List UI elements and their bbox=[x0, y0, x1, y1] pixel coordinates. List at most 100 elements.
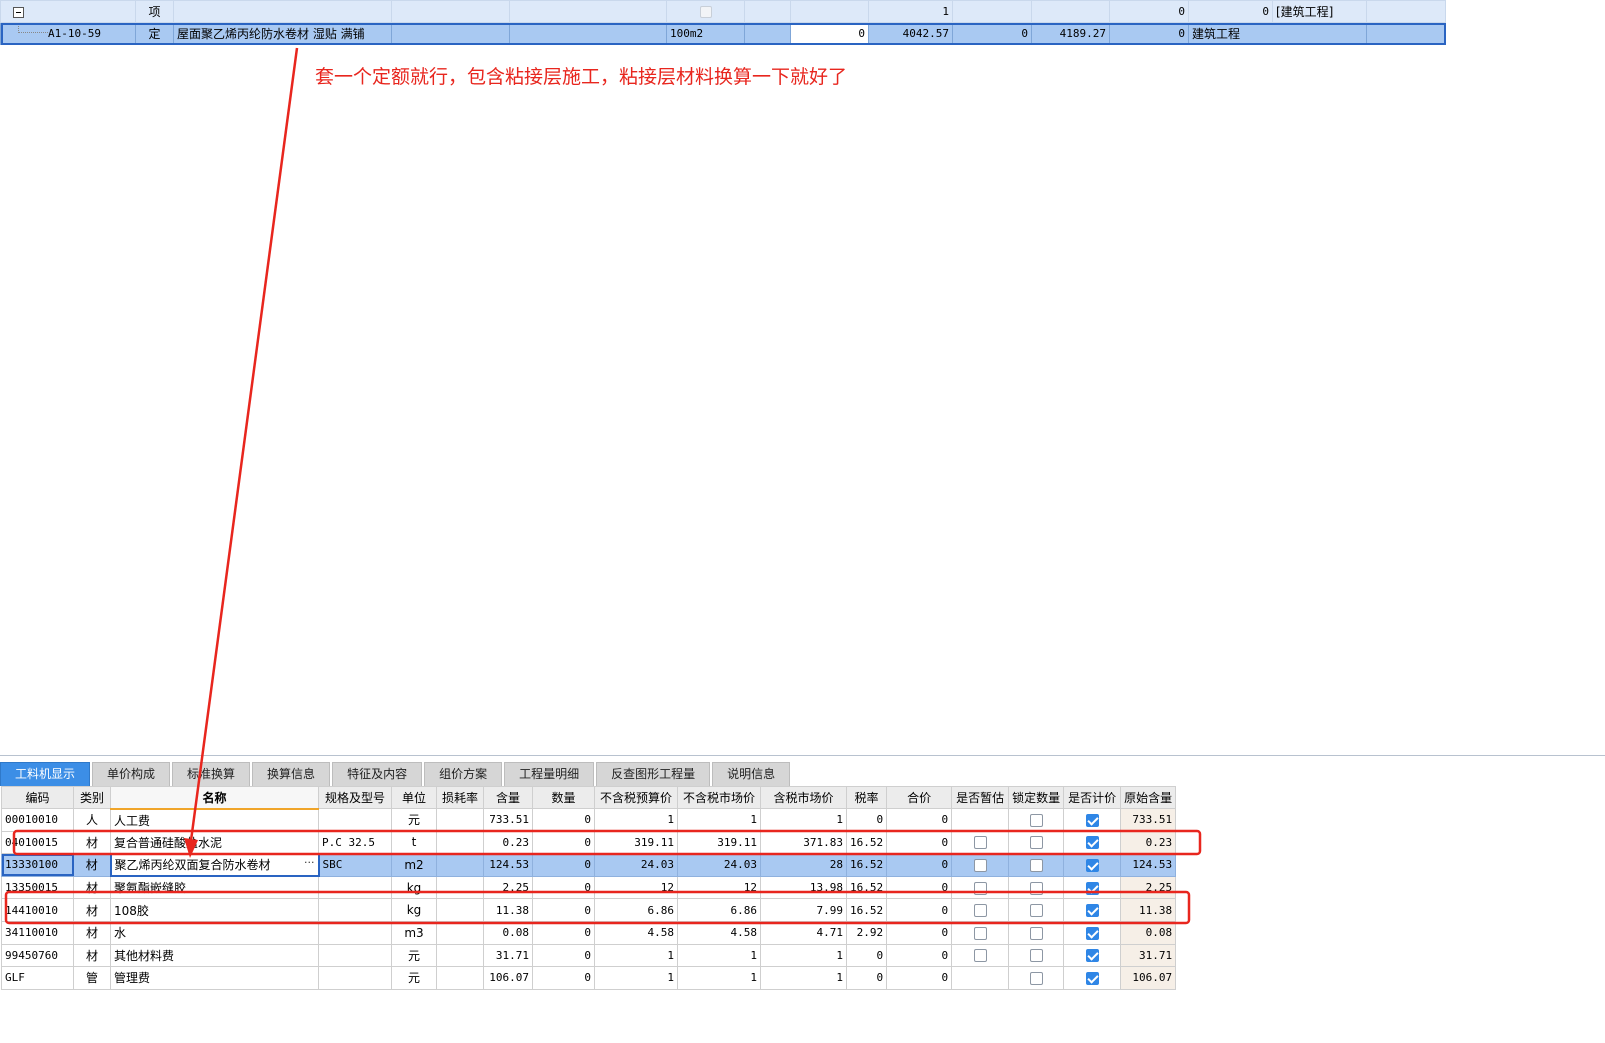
priced-checkbox[interactable] bbox=[1085, 926, 1099, 940]
detail-tabbar: 工料机显示 单价构成 标准换算 换算信息 特征及内容 组价方案 工程量明细 反查… bbox=[0, 762, 792, 786]
row-lock-qty-checkbox-cell bbox=[1008, 943, 1065, 968]
quota-quantity-input[interactable]: 0 bbox=[790, 22, 869, 45]
row-quantity[interactable]: 0 bbox=[532, 875, 595, 900]
row-quantity[interactable]: 0 bbox=[532, 830, 595, 855]
col-tax-rate[interactable]: 税率 bbox=[845, 786, 888, 809]
tab-features[interactable]: 特征及内容 bbox=[332, 762, 423, 786]
lock-qty-checkbox[interactable] bbox=[1029, 881, 1043, 895]
table-row[interactable]: 00010010 人人工费元 733.51 0 1 1 1 0 0 733.51 bbox=[1, 808, 1177, 832]
collapse-minus-icon[interactable] bbox=[13, 6, 24, 18]
tab-quantity-detail[interactable]: 工程量明细 bbox=[504, 762, 595, 786]
col-total[interactable]: 合价 bbox=[886, 786, 953, 809]
col-original-content[interactable]: 原始含量 bbox=[1120, 786, 1177, 809]
more-options-icon[interactable]: ··· bbox=[304, 856, 315, 869]
tab-reverse-lookup[interactable]: 反查图形工程量 bbox=[596, 762, 711, 786]
quota-row-section[interactable]: 项 1 0 0 [建筑工程] bbox=[0, 0, 1446, 23]
row-name[interactable]: 108胶 bbox=[110, 898, 319, 922]
lock-qty-checkbox[interactable] bbox=[1029, 949, 1043, 963]
row-quantity[interactable]: 0 bbox=[532, 808, 595, 832]
row-quantity[interactable]: 0 bbox=[532, 853, 595, 877]
col-tax-market-price[interactable]: 含税市场价 bbox=[760, 786, 847, 809]
quota-name bbox=[173, 0, 392, 23]
tab-conversion-info[interactable]: 换算信息 bbox=[252, 762, 331, 786]
col-priced[interactable]: 是否计价 bbox=[1063, 786, 1122, 809]
provisional-checkbox[interactable] bbox=[973, 858, 987, 872]
row-name[interactable]: 水 bbox=[110, 920, 319, 945]
row-quantity[interactable]: 0 bbox=[532, 966, 595, 990]
tab-standard-conversion[interactable]: 标准换算 bbox=[172, 762, 251, 786]
lock-qty-checkbox[interactable] bbox=[1029, 858, 1043, 872]
provisional-checkbox[interactable] bbox=[973, 949, 987, 963]
col-loss-rate[interactable]: 损耗率 bbox=[436, 786, 484, 809]
col-code[interactable]: 编码 bbox=[1, 786, 74, 809]
row-name[interactable]: 其他材料费 bbox=[110, 943, 319, 968]
lock-qty-checkbox[interactable] bbox=[1029, 926, 1043, 940]
col-category[interactable]: 类别 bbox=[73, 786, 111, 809]
col-quantity[interactable]: 数量 bbox=[532, 786, 595, 809]
row-lock-qty-checkbox-cell bbox=[1008, 853, 1065, 877]
table-row[interactable]: 13330100 材聚乙烯丙纶双面复合防水卷材 ··· SBC m2 124.53 0 24.… bbox=[1, 852, 1177, 878]
row-lock-qty-checkbox-cell bbox=[1008, 920, 1065, 945]
row-content[interactable]: 11.38 bbox=[483, 898, 533, 922]
quota-row-selected[interactable]: A1-10-59 定 屋面聚乙烯丙纶防水卷材 湿贴 满铺 100m2 0 404… bbox=[0, 22, 1446, 45]
row-content[interactable]: 124.53 bbox=[483, 853, 533, 877]
row-name[interactable]: 人工费 bbox=[110, 808, 319, 832]
row-content[interactable]: 0.08 bbox=[483, 920, 533, 945]
row-budget-price: 6.86 bbox=[594, 898, 678, 922]
row-code: 04010015 bbox=[1, 830, 74, 855]
table-row[interactable]: 04010015 材复合普通硅酸盐水泥 P.C 32.5 t 0.23 0 319.11 31… bbox=[1, 830, 1177, 855]
row-quantity[interactable]: 0 bbox=[532, 920, 595, 945]
lock-qty-checkbox[interactable] bbox=[1029, 813, 1043, 827]
provisional-checkbox[interactable] bbox=[973, 926, 987, 940]
table-row[interactable]: 99450760 材其他材料费元 31.71 0 1 1 1 0 0 31.71 bbox=[1, 943, 1177, 968]
col-spec[interactable]: 规格及型号 bbox=[318, 786, 392, 809]
row-content[interactable]: 733.51 bbox=[483, 808, 533, 832]
priced-checkbox[interactable] bbox=[1085, 904, 1099, 918]
row-quantity[interactable]: 0 bbox=[532, 898, 595, 922]
lock-qty-checkbox[interactable] bbox=[1029, 971, 1043, 985]
row-content[interactable]: 2.25 bbox=[483, 875, 533, 900]
priced-checkbox[interactable] bbox=[1085, 836, 1099, 850]
col-provisional[interactable]: 是否暂估 bbox=[951, 786, 1010, 809]
quota-flag-cell[interactable] bbox=[666, 0, 745, 23]
col-budget-price[interactable]: 不含税预算价 bbox=[594, 786, 678, 809]
row-name[interactable]: 复合普通硅酸盐水泥 bbox=[110, 830, 319, 855]
quota-code-cell[interactable]: A1-10-59 bbox=[0, 22, 136, 45]
tab-description[interactable]: 说明信息 bbox=[712, 762, 791, 786]
row-name[interactable]: 聚乙烯丙纶双面复合防水卷材 ··· bbox=[109, 852, 320, 878]
quota-value: 4042.57 bbox=[868, 22, 953, 45]
row-original-content: 0.08 bbox=[1120, 920, 1177, 945]
row-quantity[interactable]: 0 bbox=[532, 943, 595, 968]
col-lock-qty[interactable]: 锁定数量 bbox=[1008, 786, 1065, 809]
table-row[interactable]: GLF 管管理费元 106.07 0 1 1 1 0 0 106.07 bbox=[1, 966, 1177, 990]
priced-checkbox[interactable] bbox=[1085, 949, 1099, 963]
provisional-checkbox[interactable] bbox=[973, 836, 987, 850]
col-unit[interactable]: 单位 bbox=[391, 786, 437, 809]
priced-checkbox[interactable] bbox=[1085, 881, 1099, 895]
table-row[interactable]: 14410010 材 108胶 kg 11.38 0 6.86 6.86 7.99 16.52 0 1… bbox=[1, 898, 1177, 922]
row-budget-price: 12 bbox=[594, 875, 678, 900]
tab-pricing-scheme[interactable]: 组价方案 bbox=[424, 762, 503, 786]
tab-labor-material[interactable]: 工料机显示 bbox=[0, 762, 91, 786]
table-row[interactable]: 34110010 材水 m3 0.08 0 4.58 4.58 4.71 2.92 0 0.08 bbox=[1, 920, 1177, 945]
provisional-checkbox[interactable] bbox=[973, 881, 987, 895]
provisional-checkbox[interactable] bbox=[973, 904, 987, 918]
priced-checkbox[interactable] bbox=[1085, 971, 1099, 985]
collapse-cell[interactable] bbox=[0, 0, 136, 23]
row-name[interactable]: 管理费 bbox=[110, 966, 319, 990]
row-content[interactable]: 31.71 bbox=[483, 943, 533, 968]
labor-material-grid: 编码 类别 名称 规格及型号 单位 损耗率 含量 数量 不含税预算价 不含税市场… bbox=[1, 786, 1177, 990]
row-name[interactable]: 聚氨酯嵌缝胶 bbox=[110, 875, 319, 900]
row-original-content: 106.07 bbox=[1120, 966, 1177, 990]
table-row[interactable]: 13350015 材聚氨酯嵌缝胶 kg 2.25 0 12 12 13.98 16.52 0 2.2… bbox=[1, 875, 1177, 900]
col-name[interactable]: 名称 bbox=[110, 786, 319, 810]
priced-checkbox[interactable] bbox=[1085, 858, 1099, 872]
col-content[interactable]: 含量 bbox=[483, 786, 533, 809]
row-content[interactable]: 0.23 bbox=[483, 830, 533, 855]
lock-qty-checkbox[interactable] bbox=[1029, 836, 1043, 850]
priced-checkbox[interactable] bbox=[1085, 813, 1099, 827]
col-market-price[interactable]: 不含税市场价 bbox=[677, 786, 761, 809]
lock-qty-checkbox[interactable] bbox=[1029, 904, 1043, 918]
row-content[interactable]: 106.07 bbox=[483, 966, 533, 990]
tab-unit-price[interactable]: 单价构成 bbox=[92, 762, 171, 786]
